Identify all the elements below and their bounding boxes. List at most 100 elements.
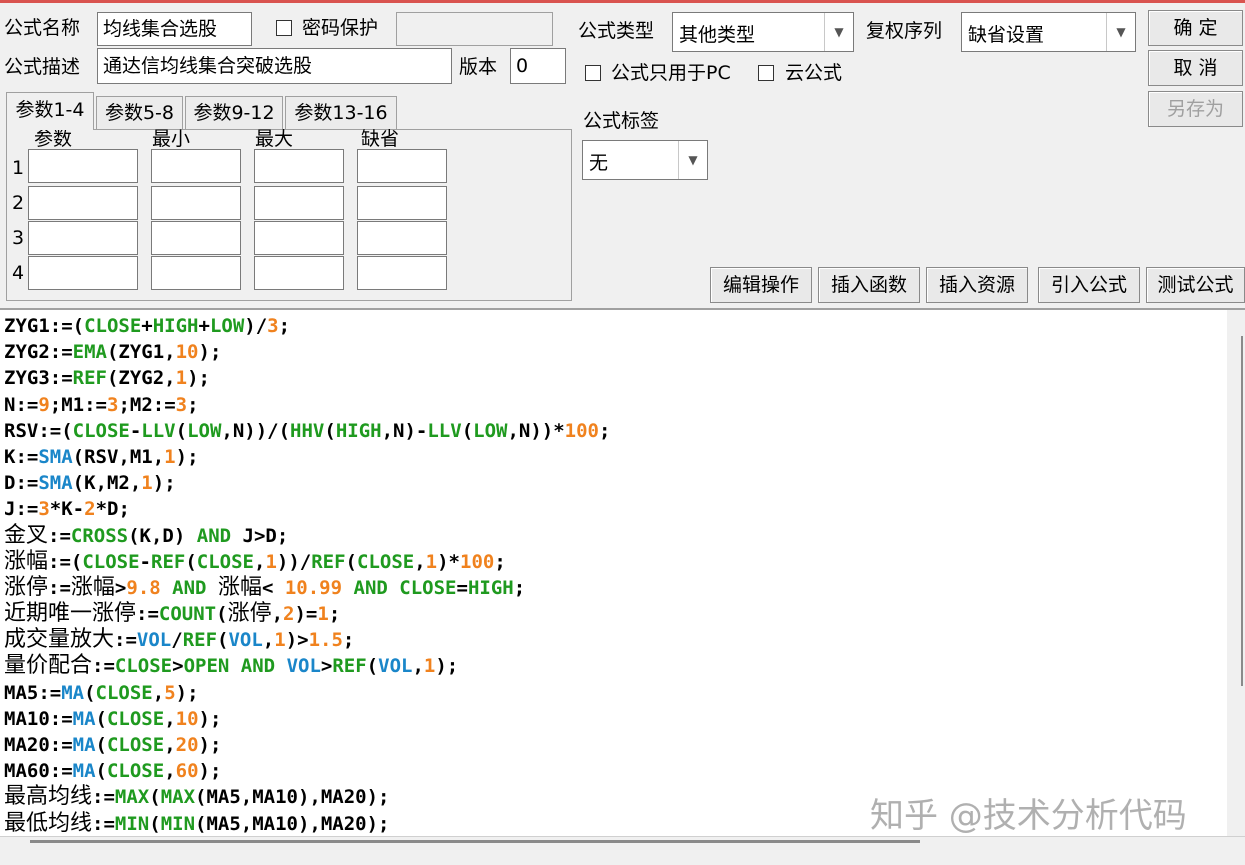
formula-type-select[interactable]: 其他类型 ▼: [672, 12, 854, 52]
password-protect-checkbox[interactable]: [276, 20, 292, 36]
code-token: :=: [114, 629, 137, 652]
code-token: CLOSE: [95, 681, 153, 704]
param4-max-input[interactable]: [254, 256, 344, 290]
code-token: 10: [175, 707, 199, 730]
code-token: ;: [328, 603, 341, 626]
code-token: );: [198, 734, 222, 756]
code-token: ,N))/(: [221, 419, 291, 442]
param-row-number: 2: [12, 192, 25, 214]
code-token: 金叉: [4, 522, 49, 548]
tab-params-9-12[interactable]: 参数9-12: [185, 96, 283, 130]
code-token: EMA: [72, 341, 107, 364]
code-token: (ZYG2,: [106, 367, 176, 390]
cloud-formula-checkbox[interactable]: [758, 65, 774, 81]
cancel-button[interactable]: 取 消: [1148, 50, 1243, 86]
insert-resource-button[interactable]: 插入资源: [926, 267, 1028, 303]
code-token: 20: [175, 734, 199, 756]
formula-name-input[interactable]: 均线集合选股: [97, 12, 252, 46]
code-token: (: [175, 419, 188, 442]
code-token: (: [95, 707, 107, 730]
code-token: HIGH: [152, 315, 199, 337]
code-token: );: [175, 681, 199, 704]
code-token: MA: [72, 707, 96, 730]
code-line: J:=3*K-2*D;: [4, 496, 610, 522]
param2-default-input[interactable]: [357, 186, 447, 220]
param3-name-input[interactable]: [28, 221, 138, 255]
formula-name-label: 公式名称: [4, 17, 81, 39]
save-as-button[interactable]: 另存为: [1148, 91, 1243, 127]
code-token: ;M1:=: [49, 393, 107, 416]
test-formula-button[interactable]: 测试公式: [1146, 267, 1245, 303]
param1-name-input[interactable]: [28, 149, 138, 183]
code-editor[interactable]: ZYG1:=(CLOSE+HIGH+LOW)/3; ZYG2:=EMA(ZYG1,…: [0, 308, 1245, 840]
code-token: (MA5,MA10),MA20);: [195, 786, 390, 809]
formula-desc-input[interactable]: 通达信均线集合突破选股: [97, 48, 452, 84]
code-token: ;: [187, 393, 199, 416]
param2-max-input[interactable]: [254, 186, 344, 220]
param1-min-input[interactable]: [151, 149, 241, 183]
param4-min-input[interactable]: [151, 256, 241, 290]
ok-button[interactable]: 确 定: [1148, 10, 1243, 46]
param3-default-input[interactable]: [357, 221, 447, 255]
code-token: 1: [175, 367, 188, 390]
import-formula-button[interactable]: 引入公式: [1038, 267, 1140, 303]
code-token: (: [216, 603, 228, 626]
code-token: LLV: [141, 419, 176, 442]
tab-params-5-8[interactable]: 参数5-8: [96, 96, 183, 130]
code-token: 涨停: [4, 574, 49, 600]
code-token: CLOSE: [114, 655, 173, 678]
vertical-scrollbar-thumb[interactable]: [1241, 336, 1243, 686]
password-input[interactable]: [396, 12, 553, 46]
chevron-down-icon[interactable]: ▼: [824, 13, 853, 51]
pc-only-checkbox[interactable]: [585, 65, 601, 81]
code-token: ,: [164, 707, 176, 730]
chevron-down-icon[interactable]: ▼: [1106, 13, 1135, 51]
chevron-down-icon[interactable]: ▼: [678, 141, 707, 179]
code-token: CLOSE: [72, 419, 130, 442]
code-token: 1: [317, 603, 329, 626]
code-token: );: [435, 655, 459, 678]
param4-default-input[interactable]: [357, 256, 447, 290]
code-token: 1: [141, 472, 153, 495]
code-token: (: [345, 550, 357, 573]
param3-max-input[interactable]: [254, 221, 344, 255]
code-token: HIGH: [335, 419, 382, 442]
param4-name-input[interactable]: [28, 256, 138, 290]
code-token: VOL: [286, 655, 321, 678]
code-token: );: [187, 367, 210, 390]
code-token: SMA: [38, 472, 73, 495]
code-token: *K-: [49, 498, 85, 521]
code-token: 量价配合: [4, 653, 93, 679]
param3-min-input[interactable]: [151, 221, 241, 255]
tab-params-13-16[interactable]: 参数13-16: [285, 96, 397, 130]
formula-tag-select[interactable]: 无 ▼: [582, 140, 708, 180]
code-token: ;: [494, 550, 506, 573]
code-token: 2: [84, 498, 96, 521]
tab-params-1-4[interactable]: 参数1-4: [6, 92, 94, 130]
code-text[interactable]: ZYG1:=(CLOSE+HIGH+LOW)/3; ZYG2:=EMA(ZYG1,…: [4, 313, 610, 837]
version-input[interactable]: 0: [510, 48, 566, 84]
code-token: (: [185, 550, 197, 573]
code-token: D:=: [4, 472, 39, 495]
code-token: AND: [196, 524, 232, 547]
code-line: 成交量放大:=VOL/REF(VOL,1)>1.5;: [4, 627, 610, 653]
code-token: MAX: [114, 786, 150, 809]
code-token: :=(: [48, 550, 83, 573]
code-token: CLOSE: [106, 707, 165, 730]
code-token: 成交量放大: [4, 627, 115, 653]
param2-name-input[interactable]: [28, 186, 138, 220]
code-line: MA20:=MA(CLOSE,20);: [4, 732, 610, 758]
rights-sequence-select[interactable]: 缺省设置 ▼: [961, 12, 1136, 52]
param2-min-input[interactable]: [151, 186, 241, 220]
param1-default-input[interactable]: [357, 149, 447, 183]
insert-function-button[interactable]: 插入函数: [818, 267, 920, 303]
edit-operations-button[interactable]: 编辑操作: [710, 267, 812, 303]
param1-max-input[interactable]: [254, 149, 344, 183]
code-token: :=: [92, 786, 115, 809]
code-token: J:=: [4, 498, 39, 521]
code-token: CLOSE: [399, 576, 457, 599]
code-token: <: [261, 576, 285, 599]
horizontal-scrollbar-thumb[interactable]: [30, 840, 920, 843]
